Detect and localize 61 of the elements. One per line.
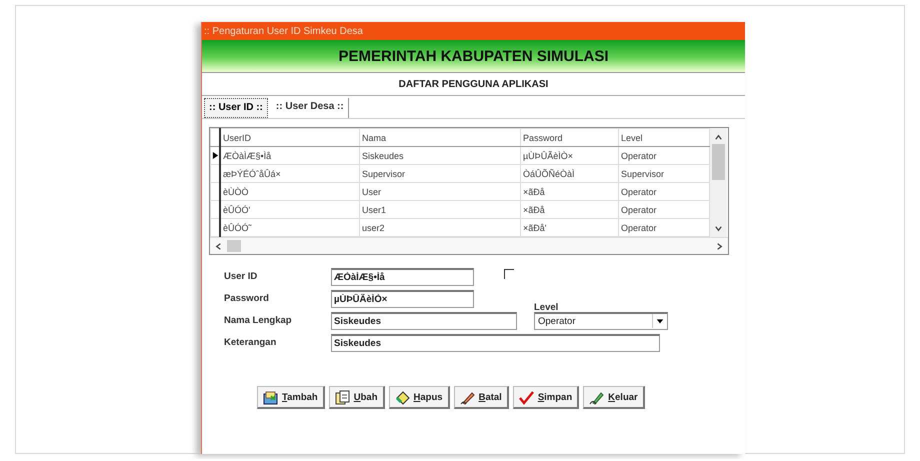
scroll-up-icon[interactable] <box>714 133 723 142</box>
table-cell: èÙÒÒ <box>220 182 360 200</box>
table-cell: User1 <box>360 200 520 218</box>
button[interactable]: Tambah <box>257 386 325 409</box>
tab[interactable]: :: User ID :: <box>204 98 268 118</box>
button[interactable]: Simpan <box>512 386 580 409</box>
table-cell: æÞÝÉÓˆåÛá× <box>220 164 360 182</box>
field-label: User ID <box>224 271 258 282</box>
field-label: Nama Lengkap <box>224 315 293 326</box>
scroll-down-icon[interactable] <box>714 224 723 233</box>
pencil-icon <box>589 390 604 404</box>
button[interactable]: Hapus <box>388 386 450 409</box>
folder-icon <box>263 390 278 404</box>
scroll-left-icon[interactable] <box>214 242 223 250</box>
horizontal-scrollbar[interactable] <box>210 237 728 254</box>
banner-title: PEMERINTAH KABUPATEN SIMULASI <box>338 48 608 64</box>
dropdown-arrow-icon <box>656 317 664 325</box>
tab[interactable]: :: User Desa :: <box>272 98 349 118</box>
eraser-icon <box>394 390 410 404</box>
field-label: Password <box>224 293 270 304</box>
row-header[interactable] <box>210 200 220 218</box>
table-cell: Supervisor <box>618 164 710 182</box>
table-cell: µÙÞÛÃèÌÒ× <box>520 146 618 164</box>
description-field[interactable]: Siskeudes <box>331 334 660 352</box>
documents-icon <box>334 390 350 404</box>
table-cell: Operator <box>618 146 710 164</box>
field-label: Keterangan <box>224 337 278 348</box>
scroll-right-icon[interactable] <box>715 242 724 250</box>
data-grid[interactable]: UserID Nama Password Level ÆÒàÌÆ§•Ìå Siskeudes µÙÞÛÃèÌÒ× Operator æÞÝÉÓˆåÛá× Supervisor ÒáÛÕÑéÒàÌ Supervisor èÙÒÒ User ×ãÐå Operator èÛÓÓ' User1 ×ãÐå Operator èÛÓÓ˜ user2 ×ãÐå' Operator <box>209 127 729 255</box>
table-cell: ×ãÐå <box>520 200 618 218</box>
section-title: DAFTAR PENGGUNA APLIKASI <box>398 78 548 90</box>
checkbox[interactable] <box>504 268 514 278</box>
table-cell: Operator <box>618 200 710 218</box>
pencil-icon <box>460 390 475 404</box>
column-header[interactable]: Level <box>618 128 710 146</box>
table-cell: User <box>360 182 520 200</box>
column-header[interactable]: Password <box>520 128 618 146</box>
button[interactable]: Keluar <box>583 386 645 409</box>
table-cell: Operator <box>618 182 710 200</box>
vertical-scrollbar[interactable] <box>710 128 727 237</box>
table-cell: Siskeudes <box>360 146 520 164</box>
name-field[interactable]: Siskeudes <box>331 312 517 330</box>
button[interactable]: Batal <box>454 386 509 409</box>
row-header[interactable] <box>210 146 220 164</box>
column-header[interactable]: UserID <box>220 128 360 146</box>
table-cell: ×ãÐå <box>520 182 618 200</box>
row-header[interactable] <box>210 182 220 200</box>
button[interactable]: Ubah <box>328 386 384 409</box>
scroll-thumb[interactable] <box>227 240 241 252</box>
scroll-thumb[interactable] <box>712 144 725 180</box>
row-pointer-icon <box>212 151 218 160</box>
table-cell: Supervisor <box>360 164 520 182</box>
table-cell: ÒáÛÕÑéÒàÌ <box>520 164 618 182</box>
level-dropdown[interactable]: Operator <box>534 312 668 330</box>
checkmark-icon <box>518 390 534 404</box>
window-title: :: Pengaturan User ID Simkeu Desa <box>204 26 363 36</box>
row-header[interactable] <box>210 164 220 182</box>
table-cell: èÛÓÓ' <box>220 200 360 218</box>
column-header[interactable]: Nama <box>360 128 520 146</box>
field-label: Level <box>534 302 558 313</box>
table-cell: ÆÒàÌÆ§•Ìå <box>220 146 360 164</box>
